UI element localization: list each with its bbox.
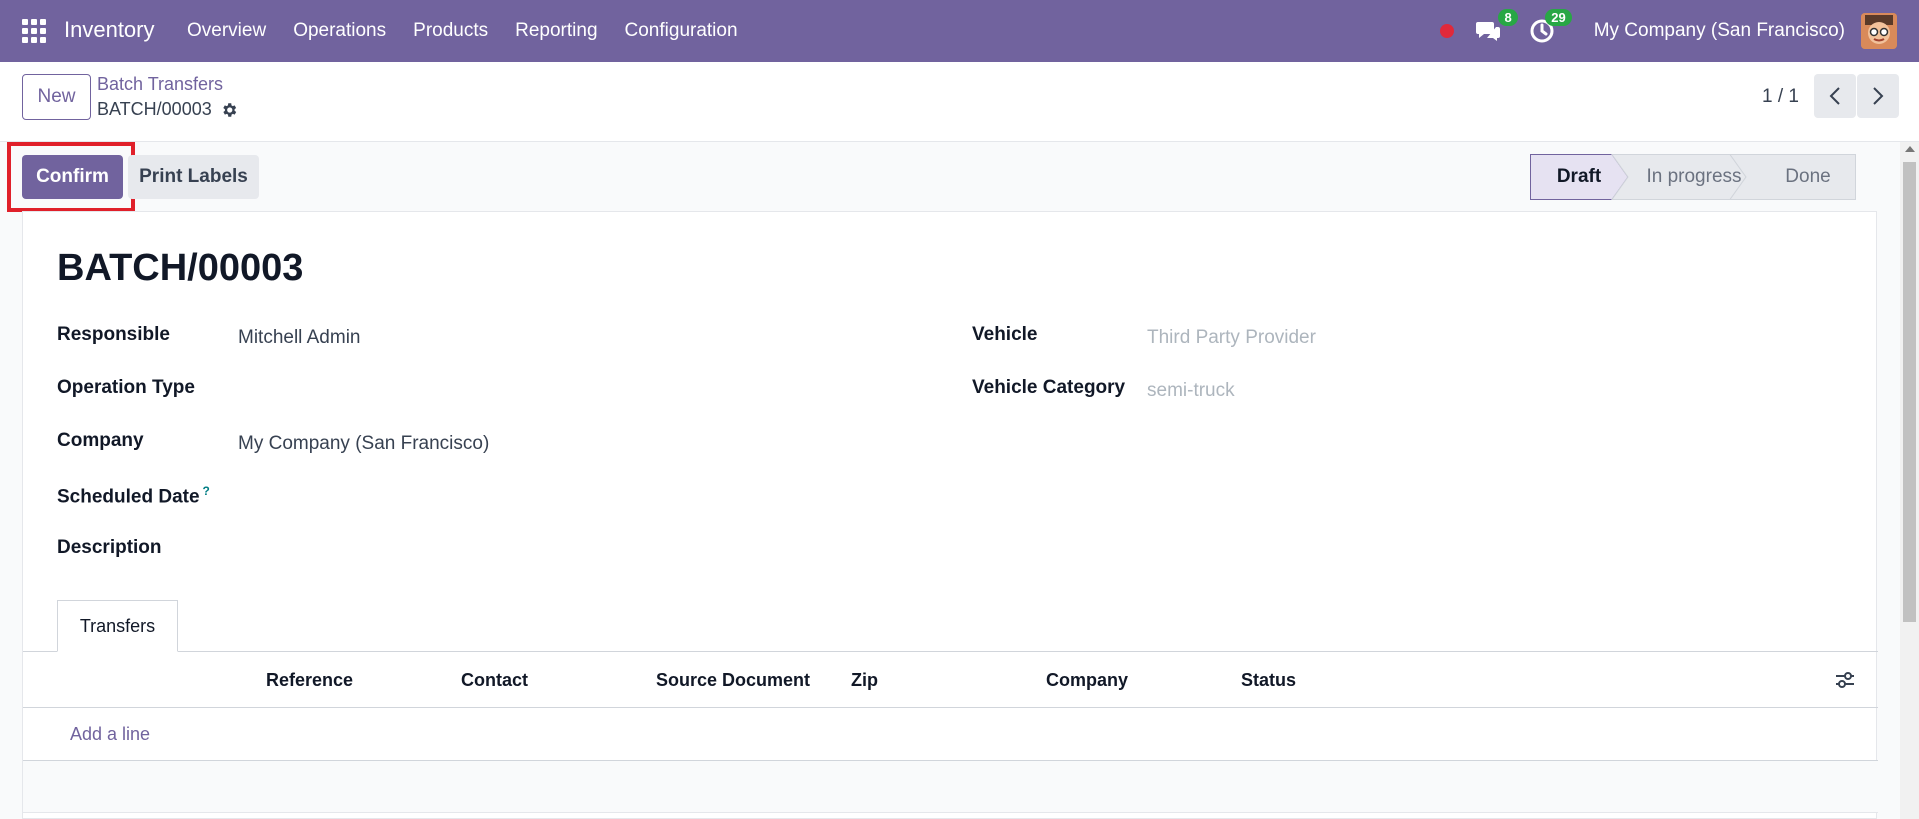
activities-button[interactable]: 29 [1528, 9, 1572, 45]
breadcrumb-current: BATCH/00003 [97, 99, 238, 120]
breadcrumb-current-label: BATCH/00003 [97, 99, 212, 119]
description-label: Description [57, 537, 162, 558]
add-a-line-link[interactable]: Add a line [70, 724, 150, 745]
apps-grid-icon[interactable] [22, 19, 46, 43]
list-empty-row [23, 761, 1878, 813]
stage-in-progress-label: In progress [1646, 166, 1742, 187]
stage-draft-label: Draft [1556, 166, 1602, 187]
scroll-up-arrow-icon[interactable] [1905, 146, 1915, 152]
top-navbar: Inventory Overview Operations Products R… [0, 0, 1919, 62]
column-company[interactable]: Company [1046, 670, 1128, 691]
menu-operations[interactable]: Operations [293, 20, 386, 42]
menu-reporting[interactable]: Reporting [515, 20, 597, 42]
messages-button[interactable]: 8 [1474, 9, 1518, 45]
print-labels-button[interactable]: Print Labels [128, 155, 259, 199]
form-statusbar-row: Confirm Print Labels Draft In progress D… [0, 142, 1900, 212]
menu-configuration[interactable]: Configuration [625, 20, 738, 42]
stage-done[interactable]: Done [1746, 154, 1856, 200]
vertical-scrollbar[interactable] [1900, 142, 1919, 819]
company-label: Company [57, 430, 144, 451]
description-field[interactable] [238, 537, 738, 561]
stage-in-progress[interactable]: In progress [1628, 154, 1746, 200]
vehicle-category-field[interactable]: semi-truck [1147, 380, 1235, 402]
column-source-document[interactable]: Source Document [656, 670, 810, 691]
scheduled-date-label: Scheduled Date? [57, 484, 210, 508]
pager-previous-button[interactable] [1814, 74, 1856, 118]
operation-type-label: Operation Type [57, 377, 195, 398]
vehicle-field[interactable]: Third Party Provider [1147, 327, 1316, 349]
menu-products[interactable]: Products [413, 20, 488, 42]
column-contact[interactable]: Contact [461, 670, 528, 691]
avatar-face-icon [1861, 13, 1897, 49]
menu-overview[interactable]: Overview [187, 20, 266, 42]
column-zip[interactable]: Zip [851, 670, 878, 691]
record-title[interactable]: BATCH/00003 [57, 247, 303, 290]
stage-draft[interactable]: Draft [1530, 154, 1628, 200]
tab-transfers[interactable]: Transfers [57, 600, 178, 652]
user-avatar[interactable] [1861, 13, 1897, 49]
responsible-label: Responsible [57, 324, 170, 345]
recording-dot-icon[interactable] [1439, 24, 1454, 38]
stage-done-label: Done [1785, 166, 1831, 187]
chevron-left-icon [1829, 87, 1840, 105]
status-stages: Draft In progress Done [1530, 154, 1856, 200]
breadcrumb-batch-transfers[interactable]: Batch Transfers [97, 74, 223, 95]
help-tooltip-icon[interactable]: ? [203, 484, 210, 498]
company-switcher[interactable]: My Company (San Francisco) [1594, 20, 1845, 42]
column-status[interactable]: Status [1241, 670, 1296, 691]
pager-next-button[interactable] [1857, 74, 1899, 118]
company-field[interactable]: My Company (San Francisco) [238, 433, 489, 455]
scheduled-date-field[interactable] [238, 484, 738, 508]
responsible-field[interactable]: Mitchell Admin [238, 327, 361, 349]
pager-value[interactable]: 1 / 1 [1762, 86, 1799, 108]
scheduled-date-label-text: Scheduled Date [57, 486, 200, 508]
form-sheet: BATCH/00003 Responsible Mitchell Admin O… [22, 211, 1878, 819]
control-panel: New Batch Transfers BATCH/00003 1 / 1 [0, 62, 1919, 142]
gear-icon[interactable] [220, 101, 238, 119]
transfers-list-header: Reference Contact Source Document Zip Co… [23, 652, 1878, 708]
navbar-systray: 8 29 My Company (San Francisco) [1439, 0, 1897, 62]
column-reference[interactable]: Reference [266, 670, 353, 691]
new-button[interactable]: New [22, 74, 91, 120]
chevron-right-icon [1873, 87, 1884, 105]
app-brand[interactable]: Inventory [64, 17, 155, 43]
chat-icon [1475, 22, 1500, 41]
activities-count-badge: 29 [1545, 9, 1572, 26]
scrollbar-thumb[interactable] [1903, 162, 1916, 622]
vehicle-category-label: Vehicle Category [972, 377, 1126, 398]
vehicle-label: Vehicle [972, 324, 1038, 345]
operation-type-field[interactable] [238, 377, 738, 401]
optional-columns-icon[interactable] [1834, 670, 1856, 690]
messages-count-badge: 8 [1498, 9, 1518, 26]
confirm-button[interactable]: Confirm [22, 155, 123, 199]
main-menu: Overview Operations Products Reporting C… [187, 20, 765, 42]
